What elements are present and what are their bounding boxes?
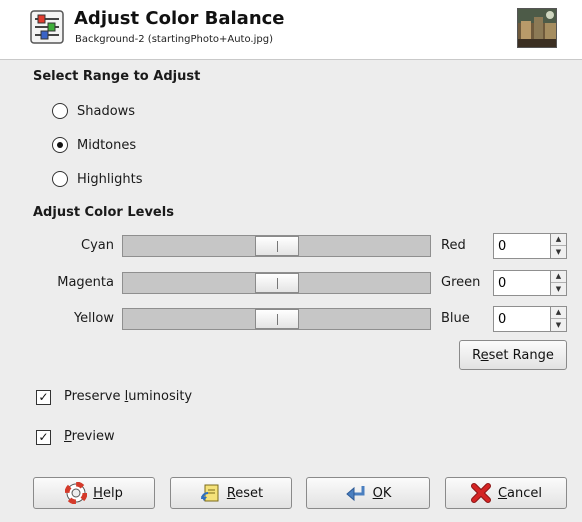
yellow-blue-input[interactable]: [496, 309, 546, 329]
radio-highlights[interactable]: Highlights: [52, 168, 142, 190]
help-label: Help: [93, 485, 123, 501]
reset-icon: [200, 484, 219, 502]
dialog-title: Adjust Color Balance: [74, 8, 285, 29]
magenta-green-input[interactable]: [496, 273, 546, 293]
preview-label[interactable]: Preview: [64, 429, 115, 444]
magenta-green-spinbox[interactable]: ▲ ▼: [493, 270, 567, 296]
cyan-red-spinbox[interactable]: ▲ ▼: [493, 233, 567, 259]
range-section-title: Select Range to Adjust: [33, 69, 201, 84]
help-button[interactable]: Help: [33, 477, 155, 509]
enter-arrow-icon: [345, 486, 365, 502]
yellow-blue-slider[interactable]: [122, 308, 431, 330]
image-thumbnail: [517, 8, 557, 48]
radio-label: Midtones: [77, 137, 137, 153]
magenta-green-slider[interactable]: [122, 272, 431, 294]
ok-label: OK: [372, 485, 392, 501]
lifebuoy-icon: [65, 482, 88, 504]
spin-buttons: ▲ ▼: [550, 307, 566, 331]
color-balance-icon: [30, 10, 64, 44]
cancel-label: Cancel: [497, 485, 543, 501]
cancel-button[interactable]: Cancel: [445, 477, 567, 509]
spin-up-icon[interactable]: ▲: [551, 307, 566, 319]
radio-button-checked[interactable]: [52, 137, 68, 153]
radio-label: Highlights: [77, 171, 143, 187]
slider-handle[interactable]: [254, 309, 299, 329]
preserve-luminosity-checkbox[interactable]: ✓: [36, 390, 51, 405]
spin-down-icon[interactable]: ▼: [551, 246, 566, 258]
red-x-icon: [470, 483, 491, 503]
green-label: Green: [441, 275, 481, 290]
red-label: Red: [441, 238, 466, 253]
radio-button[interactable]: [52, 171, 68, 187]
radio-shadows[interactable]: Shadows: [52, 100, 135, 122]
spin-up-icon[interactable]: ▲: [551, 271, 566, 283]
dialog-header: Adjust Color Balance Background-2 (start…: [0, 0, 582, 60]
slider-handle[interactable]: [254, 273, 299, 293]
magenta-label: Magenta: [57, 275, 114, 290]
reset-range-label: Reset Range: [472, 347, 554, 363]
dialog-subtitle: Background-2 (startingPhoto+Auto.jpg): [75, 34, 273, 45]
radio-label: Shadows: [77, 103, 136, 119]
levels-section-title: Adjust Color Levels: [33, 205, 174, 220]
radio-midtones[interactable]: Midtones: [52, 134, 136, 156]
cyan-red-slider[interactable]: [122, 235, 431, 257]
yellow-label: Yellow: [73, 311, 114, 326]
blue-label: Blue: [441, 311, 470, 326]
slider-handle[interactable]: [254, 236, 299, 256]
spin-buttons: ▲ ▼: [550, 271, 566, 295]
radio-button[interactable]: [52, 103, 68, 119]
cyan-red-input[interactable]: [496, 236, 546, 256]
reset-label: Reset: [226, 485, 264, 501]
spin-up-icon[interactable]: ▲: [551, 234, 566, 246]
preserve-luminosity-label[interactable]: Preserve luminosity: [64, 389, 192, 404]
yellow-blue-spinbox[interactable]: ▲ ▼: [493, 306, 567, 332]
spin-buttons: ▲ ▼: [550, 234, 566, 258]
spin-down-icon[interactable]: ▼: [551, 283, 566, 295]
reset-range-button[interactable]: Reset Range: [459, 340, 567, 370]
cyan-label: Cyan: [81, 238, 114, 253]
spin-down-icon[interactable]: ▼: [551, 319, 566, 331]
ok-button[interactable]: OK: [306, 477, 430, 509]
preview-checkbox[interactable]: ✓: [36, 430, 51, 445]
reset-button[interactable]: Reset: [170, 477, 292, 509]
